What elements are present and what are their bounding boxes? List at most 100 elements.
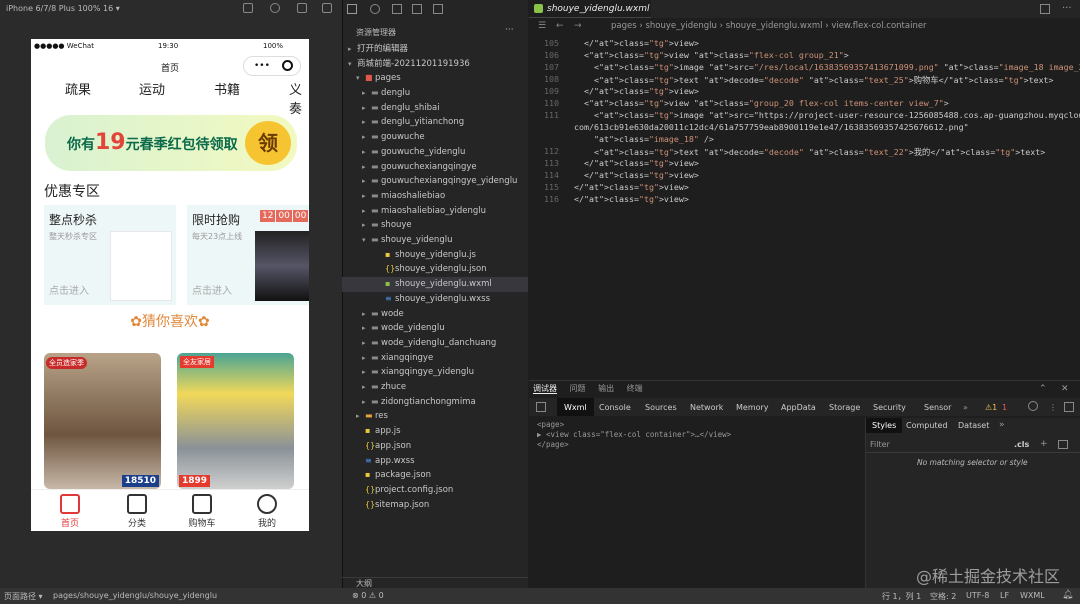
- tab-appdata[interactable]: AppData: [781, 403, 816, 412]
- editor-tab[interactable]: shouye_yidenglu.wxml: [529, 0, 651, 18]
- file-item[interactable]: ▪ shouye_yidenglu.js: [342, 248, 528, 263]
- file-item[interactable]: ▪ shouye_yidenglu.wxml: [342, 277, 528, 292]
- page-path-label[interactable]: 页面路径 ▾: [4, 591, 43, 602]
- close-mini-icon[interactable]: [282, 60, 293, 71]
- error-count[interactable]: 1: [1002, 403, 1007, 412]
- code-line[interactable]: "at">class="image_18" />: [574, 134, 714, 144]
- tab-output[interactable]: 输出: [598, 384, 614, 393]
- tab-problems[interactable]: 问题: [570, 384, 586, 393]
- folder-item[interactable]: ▸ ▬ gouwuche: [342, 130, 528, 145]
- split-editor-icon[interactable]: [1040, 4, 1050, 14]
- tab-memory[interactable]: Memory: [736, 403, 769, 412]
- card-enter[interactable]: 点击进入: [192, 282, 232, 297]
- wxml-tree-line[interactable]: <page>: [537, 420, 564, 429]
- code-line[interactable]: </"at">class="tg">view>: [574, 38, 699, 48]
- forward-icon[interactable]: →: [574, 21, 582, 31]
- device-selector[interactable]: iPhone 6/7/8 Plus 100% 16 ▾: [6, 4, 120, 13]
- folder-item[interactable]: ▸ ▬ wode: [342, 307, 528, 322]
- tab-mine[interactable]: 我的: [240, 492, 294, 531]
- outline-section[interactable]: 大纲: [342, 577, 528, 588]
- coupon-banner[interactable]: 你有19元春季红包待领取 领: [45, 115, 297, 171]
- line-ending[interactable]: LF: [1000, 591, 1009, 600]
- tab-console[interactable]: Console: [599, 403, 631, 412]
- folder-item[interactable]: ▸ ▬ gouwuchexiangqingye: [342, 160, 528, 175]
- tab-network[interactable]: Network: [690, 403, 723, 412]
- inspect-icon[interactable]: [536, 402, 546, 412]
- popout-icon[interactable]: [322, 3, 332, 13]
- folder-item[interactable]: ▾ ▬ shouye_yidenglu: [342, 233, 528, 248]
- editor-more-icon[interactable]: ···: [1062, 3, 1072, 14]
- capsule-button[interactable]: •••: [243, 56, 301, 76]
- file-item[interactable]: {}project.config.json: [342, 483, 528, 498]
- problems-count[interactable]: ⊗ 0 ⚠ 0: [352, 591, 384, 600]
- code-line[interactable]: </"at">class="tg">view>: [574, 194, 689, 204]
- file-item[interactable]: ▪ package.json: [342, 468, 528, 483]
- folder-item[interactable]: ▸ ▬ zidongtianchongmima: [342, 395, 528, 410]
- warning-count[interactable]: ⚠1: [985, 403, 997, 412]
- add-rule-icon[interactable]: +: [1040, 439, 1048, 449]
- tab-styles[interactable]: Styles: [866, 418, 903, 433]
- file-item[interactable]: ≡ shouye_yidenglu.wxss: [342, 292, 528, 307]
- bell-icon[interactable]: 🔔︎: [1062, 590, 1073, 600]
- code-line[interactable]: <"at">class="tg">text "at">decode="decod…: [574, 74, 1054, 86]
- settings-gear-icon[interactable]: [1028, 401, 1038, 411]
- folder-item[interactable]: ▸ ▬ zhuce: [342, 380, 528, 395]
- folder-pages[interactable]: ▾ ■ pages: [342, 71, 528, 86]
- git-icon[interactable]: [392, 4, 402, 14]
- folder-item[interactable]: ▸ ▬ miaoshaliebiao: [342, 189, 528, 204]
- wxml-tree-line[interactable]: ▶ <view class="flex-col container">…</vi…: [537, 430, 731, 439]
- close-icon[interactable]: ✕: [1061, 384, 1069, 394]
- tab-computed[interactable]: Computed: [906, 421, 948, 430]
- code-line[interactable]: <"at">class="tg">text "at">decode="decod…: [574, 146, 1045, 158]
- tab-sources[interactable]: Sources: [645, 403, 677, 412]
- files-icon[interactable]: [347, 4, 357, 14]
- encoding[interactable]: UTF-8: [966, 591, 989, 600]
- folder-item[interactable]: ▸ ▬ wode_yidenglu_danchuang: [342, 336, 528, 351]
- product-card-sofa[interactable]: 全员造家季 18510: [44, 353, 161, 489]
- tab-debugger[interactable]: 调试器: [533, 384, 557, 394]
- extensions-icon[interactable]: [433, 4, 443, 14]
- tab-terminal[interactable]: 终端: [627, 384, 643, 393]
- claim-badge[interactable]: 领: [245, 121, 291, 165]
- card-enter[interactable]: 点击进入: [49, 282, 89, 297]
- code-line[interactable]: com/613cb91e630da20011c12dc4/61a757759ea…: [574, 122, 969, 132]
- file-item[interactable]: ≡ app.wxss: [342, 454, 528, 469]
- folder-item[interactable]: ▸ ▬ wode_yidenglu: [342, 321, 528, 336]
- code-line[interactable]: <"at">class="tg">image "at">src="https:/…: [574, 110, 1080, 120]
- folder-item[interactable]: ▸ ▬ res: [342, 409, 528, 424]
- code-line[interactable]: </"at">class="tg">view>: [574, 170, 699, 180]
- devtools-menu-icon[interactable]: ⋮: [1049, 403, 1057, 412]
- tab-security[interactable]: Security: [873, 403, 906, 412]
- tab-home[interactable]: 首页: [43, 492, 97, 531]
- limited-sale-card[interactable]: 限时抢购 12 00 00 每天23点上线 点击进入: [187, 205, 309, 305]
- indent-setting[interactable]: 空格: 2: [930, 591, 956, 602]
- file-item[interactable]: {}app.json: [342, 439, 528, 454]
- folder-item[interactable]: ▸ ▬ xiangqingye_yidenglu: [342, 365, 528, 380]
- folder-item[interactable]: ▸ ▬ miaoshaliebiao_yidenglu: [342, 204, 528, 219]
- file-item[interactable]: {}sitemap.json: [342, 498, 528, 513]
- category-item[interactable]: 疏果: [65, 79, 91, 98]
- folder-item[interactable]: ▸ ▬ shouye: [342, 218, 528, 233]
- tab-storage[interactable]: Storage: [829, 403, 860, 412]
- styles-more-icon[interactable]: »: [999, 420, 1005, 430]
- debug-icon[interactable]: [412, 4, 422, 14]
- code-line[interactable]: <"at">class="tg">image "at">src="/res/lo…: [574, 62, 1080, 72]
- sidebar-toggle-icon[interactable]: ☰: [538, 21, 546, 31]
- wxml-tree-line[interactable]: </page>: [537, 440, 569, 449]
- filter-input[interactable]: Filter: [870, 440, 890, 449]
- file-item[interactable]: {}shouye_yidenglu.json: [342, 262, 528, 277]
- dock-icon[interactable]: [1064, 402, 1074, 412]
- folder-item[interactable]: ▸ ▬ denglu_shibai: [342, 101, 528, 116]
- open-editors[interactable]: ▸ 打开的编辑器: [342, 42, 528, 57]
- folder-item[interactable]: ▸ ▬ denglu: [342, 86, 528, 101]
- record-icon[interactable]: [270, 3, 280, 13]
- folder-item[interactable]: ▸ ▬ gouwuchexiangqingye_yidenglu: [342, 174, 528, 189]
- category-item[interactable]: 义奏: [289, 79, 309, 117]
- tab-cart[interactable]: 购物车: [175, 492, 229, 531]
- more-tabs-icon[interactable]: »: [963, 403, 968, 412]
- folder-item[interactable]: ▸ ▬ gouwuche_yidenglu: [342, 145, 528, 160]
- language-mode[interactable]: WXML: [1020, 591, 1045, 600]
- phone-icon[interactable]: [243, 3, 253, 13]
- category-item[interactable]: 书籍: [214, 79, 240, 98]
- project-root[interactable]: ▾ 商城前端-20211201191936: [342, 57, 528, 72]
